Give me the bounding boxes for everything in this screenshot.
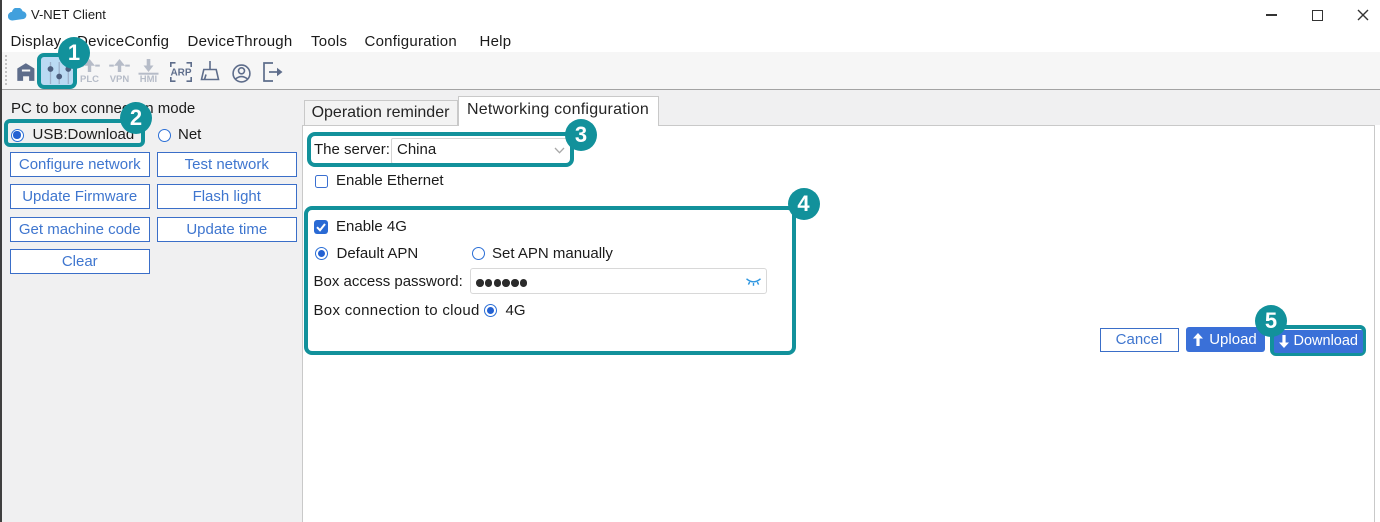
svg-text:ARP: ARP bbox=[170, 68, 191, 79]
svg-text:PLC: PLC bbox=[80, 74, 99, 85]
svg-text:VPN: VPN bbox=[109, 74, 129, 85]
svg-text:HMI: HMI bbox=[140, 74, 157, 85]
